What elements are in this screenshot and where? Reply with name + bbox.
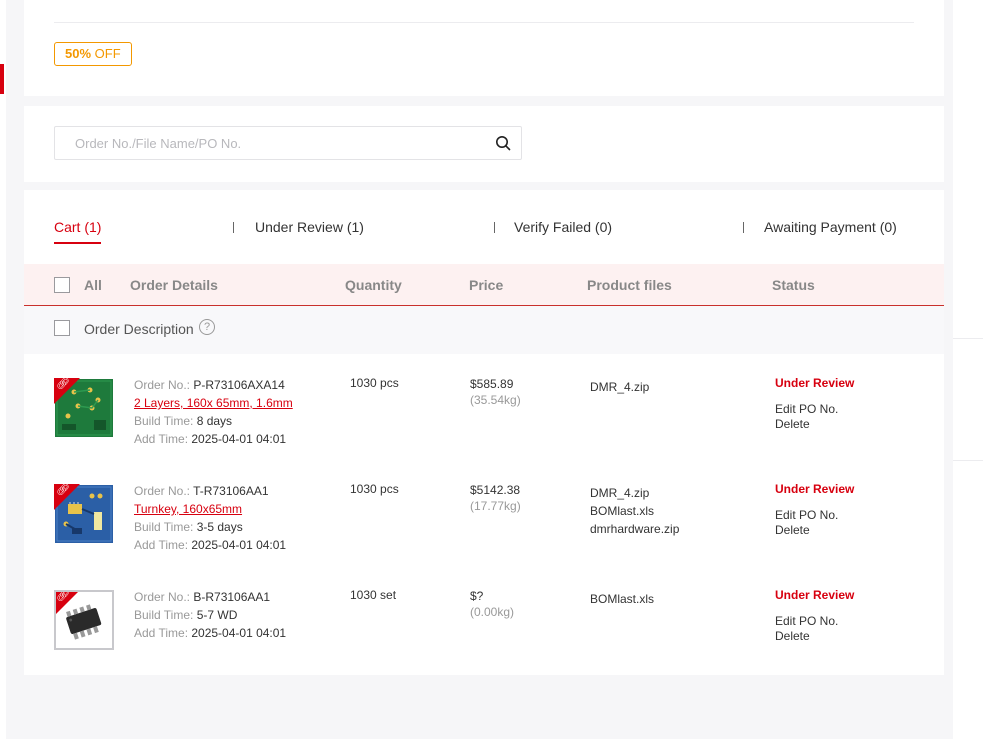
delete-button[interactable]: Delete — [775, 417, 854, 432]
table-row: 🔗︎ Order No.: B-R73106AA1 Build Time: 5-… — [24, 566, 944, 672]
tab-separator — [494, 222, 495, 233]
order-spec-link[interactable]: 2 Layers, 160x 65mm, 1.6mm — [134, 396, 293, 410]
edit-po-button[interactable]: Edit PO No. — [775, 402, 854, 417]
header-all: All — [84, 277, 102, 293]
left-nav-active-indicator — [0, 64, 4, 94]
status-cell: Under Review Edit PO No. Delete — [775, 376, 854, 432]
order-no-label: Order No.: — [134, 590, 194, 604]
tab-separator — [233, 222, 234, 233]
product-files: BOMlast.xls — [590, 590, 654, 608]
price: $5142.38 — [470, 483, 521, 497]
build-time-label: Build Time: — [134, 520, 197, 534]
order-description-checkbox[interactable] — [54, 320, 70, 336]
pcba-thumbnail[interactable]: 🔗︎ — [54, 484, 114, 544]
search-box — [54, 126, 522, 160]
promo-card: 50% OFF — [24, 0, 944, 96]
left-nav-strip — [0, 0, 6, 739]
price-cell: $5142.38 (17.77kg) — [470, 482, 521, 514]
price: $? — [470, 589, 484, 603]
order-no: P-R73106AXA14 — [193, 378, 285, 392]
table-header: All Order Details Quantity Price Product… — [24, 264, 944, 306]
file-link[interactable]: DMR_4.zip — [590, 484, 679, 502]
file-link[interactable]: BOMlast.xls — [590, 502, 679, 520]
add-time-label: Add Time: — [134, 626, 192, 640]
select-all-checkbox[interactable] — [54, 277, 70, 293]
add-time-label: Add Time: — [134, 538, 192, 552]
build-time-label: Build Time: — [134, 608, 197, 622]
order-description-row: Order Description ? — [24, 306, 944, 354]
divider — [54, 22, 914, 23]
tab-under-review[interactable]: Under Review (1) — [255, 219, 364, 235]
search-card — [24, 106, 944, 182]
table-row: 🔗︎ Order No.: T-R73106AA1 Turnkey, 160x6… — [24, 460, 944, 566]
orders-card: Cart (1) Under Review (1) Verify Failed … — [24, 190, 944, 675]
file-link[interactable]: BOMlast.xls — [590, 590, 654, 608]
help-icon[interactable]: ? — [199, 319, 215, 335]
status-cell: Under Review Edit PO No. Delete — [775, 482, 854, 538]
build-time: 5-7 WD — [196, 608, 238, 622]
edit-po-button[interactable]: Edit PO No. — [775, 508, 854, 523]
status-badge: Under Review — [775, 376, 855, 390]
tab-cart[interactable]: Cart (1) — [54, 219, 102, 244]
header-quantity: Quantity — [345, 277, 402, 293]
product-files: DMR_4.zip — [590, 378, 649, 396]
tab-verify-failed[interactable]: Verify Failed (0) — [514, 219, 612, 235]
build-time-label: Build Time: — [134, 414, 197, 428]
product-files: DMR_4.zip BOMlast.xls dmrhardware.zip — [590, 484, 679, 538]
order-details: Order No.: P-R73106AXA14 2 Layers, 160x … — [134, 376, 293, 448]
link-icon: 🔗︎ — [56, 484, 70, 496]
search-icon[interactable] — [495, 135, 511, 151]
add-time: 2025-04-01 04:01 — [191, 538, 287, 552]
weight: (0.00kg) — [470, 605, 515, 619]
add-time: 2025-04-01 04:01 — [191, 626, 287, 640]
order-details: Order No.: B-R73106AA1 Build Time: 5-7 W… — [134, 588, 286, 642]
status-badge: Under Review — [775, 482, 855, 496]
table-row: 🔗︎ Order No.: P-R73106AXA14 2 Layers, 16… — [24, 354, 944, 460]
add-time-label: Add Time: — [134, 432, 192, 446]
quantity: 1030 set — [350, 588, 397, 602]
right-panel-divider — [953, 460, 983, 461]
quantity: 1030 pcs — [350, 482, 399, 496]
price-cell: $? (0.00kg) — [470, 588, 514, 620]
delete-button[interactable]: Delete — [775, 523, 854, 538]
component-thumbnail[interactable]: 🔗︎ — [54, 590, 114, 650]
header-status: Status — [772, 277, 815, 293]
weight: (17.77kg) — [470, 499, 521, 513]
file-link[interactable]: dmrhardware.zip — [590, 520, 679, 538]
order-details: Order No.: T-R73106AA1 Turnkey, 160x65mm… — [134, 482, 286, 554]
order-no: B-R73106AA1 — [193, 590, 271, 604]
price: $585.89 — [470, 377, 514, 391]
header-price: Price — [469, 277, 504, 293]
status-cell: Under Review Edit PO No. Delete — [775, 588, 854, 644]
header-order-details: Order Details — [130, 277, 218, 293]
status-badge: Under Review — [775, 588, 855, 602]
pcb-thumbnail[interactable]: 🔗︎ — [54, 378, 114, 438]
quantity: 1030 pcs — [350, 376, 399, 390]
search-input[interactable] — [55, 127, 485, 159]
order-no-label: Order No.: — [134, 484, 194, 498]
weight: (35.54kg) — [470, 393, 521, 407]
order-no: T-R73106AA1 — [193, 484, 269, 498]
right-panel-strip — [953, 0, 983, 739]
edit-po-button[interactable]: Edit PO No. — [775, 614, 854, 629]
discount-badge[interactable]: 50% OFF — [54, 42, 132, 66]
price-cell: $585.89 (35.54kg) — [470, 376, 521, 408]
link-icon: 🔗︎ — [56, 378, 70, 390]
order-no-label: Order No.: — [134, 378, 194, 392]
header-product-files: Product files — [587, 277, 672, 293]
right-panel-divider — [953, 338, 983, 339]
order-description-label: Order Description — [84, 321, 194, 337]
order-spec-link[interactable]: Turnkey, 160x65mm — [134, 502, 242, 516]
build-time: 3-5 days — [196, 520, 243, 534]
add-time: 2025-04-01 04:01 — [191, 432, 287, 446]
order-tabs: Cart (1) Under Review (1) Verify Failed … — [24, 190, 944, 264]
file-link[interactable]: DMR_4.zip — [590, 378, 649, 396]
discount-suffix: OFF — [91, 46, 121, 61]
build-time: 8 days — [196, 414, 233, 428]
discount-percent: 50% — [65, 46, 92, 61]
tab-awaiting-payment[interactable]: Awaiting Payment (0) — [764, 219, 897, 235]
delete-button[interactable]: Delete — [775, 629, 854, 644]
tab-separator — [743, 222, 744, 233]
link-icon: 🔗︎ — [56, 590, 70, 602]
